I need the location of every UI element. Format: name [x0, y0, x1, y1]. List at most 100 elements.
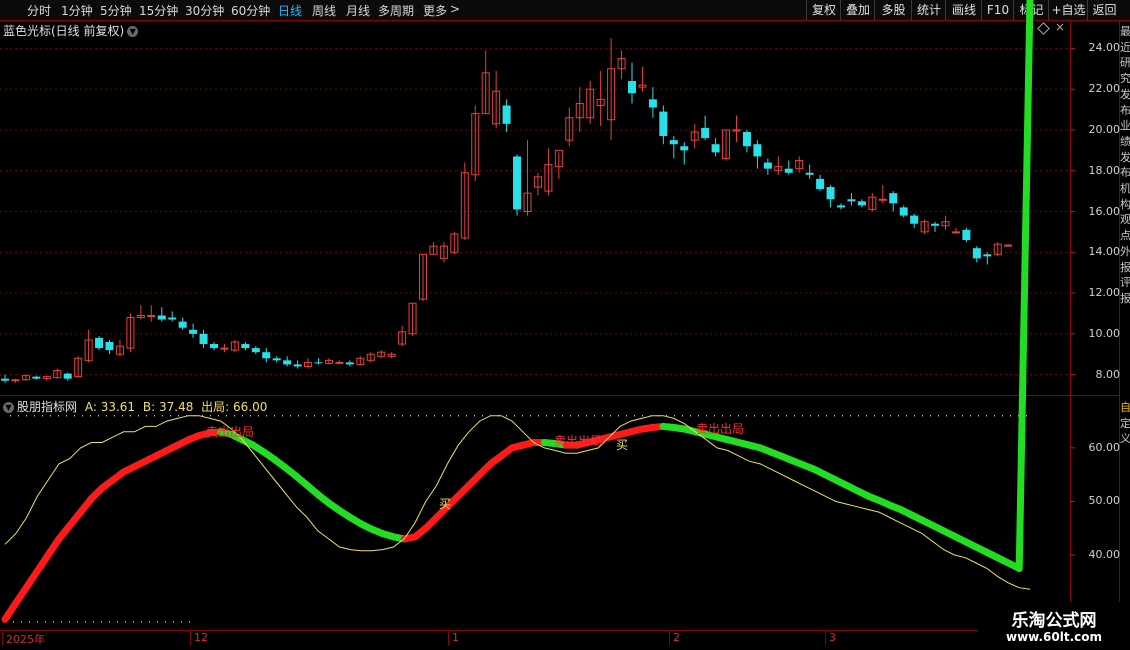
- candle: [262, 348, 271, 363]
- indicator-b-segment: [109, 468, 128, 484]
- chevron-down-icon[interactable]: ▼: [127, 26, 139, 37]
- indicator-b-segment: [292, 472, 311, 489]
- indicator-b-segment: [972, 543, 991, 556]
- candle: [492, 70, 501, 128]
- candle-body: [398, 331, 407, 345]
- indicator-b-segment: [282, 464, 300, 480]
- custom-indicator-tab[interactable]: 自定义: [1120, 400, 1130, 448]
- toolbar-button-6[interactable]: 标记: [1013, 0, 1049, 20]
- candle-body: [575, 102, 584, 119]
- period-tab-10[interactable]: 更多: [423, 2, 447, 19]
- candle-body: [554, 149, 563, 168]
- period-tab-8[interactable]: 月线: [346, 2, 370, 19]
- indicator-b-segment: [163, 441, 182, 455]
- period-tab-9[interactable]: 多周期: [378, 2, 414, 19]
- candle-body: [753, 144, 762, 157]
- side-tab-char: 外: [1120, 244, 1130, 258]
- candle: [617, 50, 626, 79]
- toolbar-button-3[interactable]: 统计: [911, 0, 946, 20]
- toolbar-button-7[interactable]: +自选: [1048, 0, 1088, 20]
- candle-body: [868, 196, 877, 210]
- period-tab-0[interactable]: 分时: [27, 2, 51, 19]
- candle-body: [502, 105, 511, 124]
- candle: [962, 227, 971, 243]
- period-tab-2[interactable]: 5分钟: [100, 2, 132, 19]
- toolbar-button-4[interactable]: 画线: [945, 0, 982, 20]
- candle-body: [324, 359, 333, 364]
- candle: [1, 374, 9, 383]
- candle: [439, 242, 448, 263]
- candle-body: [262, 352, 271, 359]
- candle-body: [617, 58, 626, 70]
- candle: [711, 138, 720, 157]
- main-chart-title: 蓝色光标(日线 前复权) ▼: [3, 22, 139, 39]
- candle-body: [795, 160, 804, 170]
- chart-canvas[interactable]: 卖出出局买卖出出局 买卖出出局: [0, 0, 1130, 650]
- indicator-b-segment: [44, 535, 63, 559]
- indicator-b-segment: [379, 530, 397, 541]
- candle: [450, 231, 459, 255]
- indicator-b-segment: [476, 460, 495, 479]
- candle: [429, 242, 438, 255]
- period-tab-6[interactable]: 日线: [278, 2, 302, 19]
- indicator-b-segment: [389, 533, 408, 543]
- chevron-down-icon[interactable]: ▼: [3, 402, 14, 413]
- indicator-b-segment: [66, 508, 85, 530]
- watermark-url: www.60lt.com: [1005, 630, 1103, 644]
- indicator-b-segment: [605, 430, 624, 441]
- indicator-b-segment: [508, 441, 527, 452]
- period-tab-4[interactable]: 30分钟: [185, 2, 224, 19]
- indicator-axis-label: 50.00: [1088, 494, 1121, 508]
- candle: [878, 184, 887, 204]
- indicator-b-segment: [217, 428, 236, 438]
- indicator-b-segment: [950, 532, 969, 546]
- side-info-tabs[interactable]: 最近研究发布业绩发布机构观点外报评报: [1120, 24, 1130, 394]
- candle: [220, 344, 229, 353]
- indicator-b-segment: [1015, 0, 1034, 572]
- candle-body: [126, 317, 135, 349]
- side-tab-char: 最: [1120, 25, 1130, 38]
- indicator-b-segment: [314, 490, 333, 507]
- candle: [293, 360, 302, 369]
- candle-body: [648, 99, 657, 108]
- toolbar-button-5[interactable]: F10: [981, 0, 1014, 20]
- diamond-icon[interactable]: [1037, 22, 1050, 35]
- candle: [324, 358, 333, 365]
- indicator-value-a: A: 33.61: [84, 400, 136, 414]
- indicator-b-segment: [87, 484, 106, 503]
- price-axis-label: 12.00: [1088, 286, 1121, 300]
- close-icon[interactable]: ×: [1055, 20, 1065, 34]
- indicator-b-segment: [400, 533, 419, 543]
- toolbar-button-0[interactable]: 复权: [806, 0, 841, 20]
- indicator-b-segment: [681, 425, 700, 436]
- candle: [983, 252, 992, 265]
- custom-tab-char: 自: [1120, 401, 1130, 414]
- price-axis-label: 16.00: [1088, 204, 1121, 218]
- period-tab-7[interactable]: 周线: [312, 2, 336, 19]
- candle-body: [596, 98, 605, 106]
- period-tab-5[interactable]: 60分钟: [231, 2, 270, 19]
- candle-body: [857, 201, 866, 206]
- period-tab-3[interactable]: 15分钟: [139, 2, 178, 19]
- candle-body: [878, 198, 887, 201]
- candle: [544, 148, 553, 196]
- watermark: 乐淘公式网 www.60lt.com: [978, 602, 1130, 650]
- candle: [230, 339, 239, 353]
- toolbar-button-1[interactable]: 叠加: [840, 0, 875, 20]
- period-tab-1[interactable]: 1分钟: [61, 2, 93, 19]
- indicator-b-segment: [713, 433, 732, 444]
- candle: [753, 140, 762, 169]
- candle-body: [763, 162, 772, 169]
- candle: [774, 156, 783, 175]
- candle-body: [241, 344, 250, 349]
- more-arrow-icon[interactable]: >: [450, 2, 460, 16]
- side-tab-char: 报: [1120, 291, 1130, 305]
- indicator-value-b: B: 37.48: [142, 400, 194, 414]
- candle: [74, 356, 83, 378]
- candle-body: [439, 245, 448, 259]
- toolbar-button-8[interactable]: 返回: [1087, 0, 1121, 20]
- candle: [398, 325, 407, 347]
- toolbar-button-2[interactable]: 多股: [874, 0, 912, 20]
- candle-body: [774, 166, 783, 172]
- indicator-b-segment: [271, 456, 290, 472]
